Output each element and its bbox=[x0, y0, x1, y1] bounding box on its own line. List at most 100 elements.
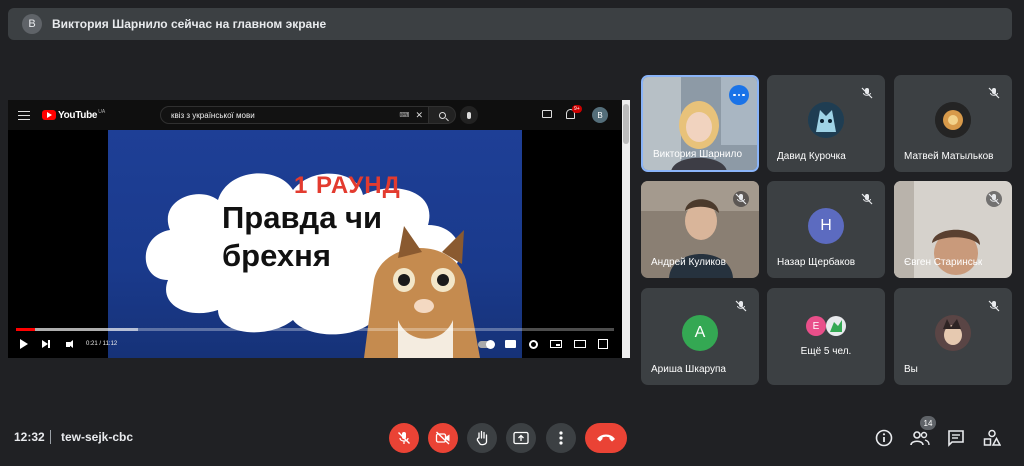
mic-toggle-button[interactable] bbox=[389, 423, 419, 453]
participant-tile-andrey[interactable]: Андрей Куликов bbox=[641, 181, 759, 278]
presenting-banner: В Виктория Шарнило сейчас на главном экр… bbox=[8, 8, 1012, 40]
participant-tile-nazar[interactable]: Н Назар Щербаков bbox=[767, 181, 885, 278]
clear-icon[interactable]: ✕ bbox=[415, 110, 423, 121]
participant-name: Матвей Матыльков bbox=[904, 151, 994, 162]
mic-icon bbox=[467, 111, 471, 119]
participant-tile-arisha[interactable]: A Ариша Шкарупа bbox=[641, 288, 759, 385]
miniplayer-button[interactable] bbox=[550, 336, 562, 352]
autoplay-icon bbox=[478, 339, 495, 349]
shared-screen[interactable]: YouTube UA квіз з української мови ⌨ ✕ 9… bbox=[8, 100, 630, 358]
mic-off-icon bbox=[986, 298, 1002, 314]
chat-button[interactable] bbox=[946, 428, 966, 448]
people-icon bbox=[910, 431, 930, 446]
participants-count-badge: 14 bbox=[920, 416, 936, 430]
mic-off-icon bbox=[986, 85, 1002, 101]
info-icon bbox=[875, 429, 893, 447]
present-icon bbox=[513, 431, 529, 445]
presenting-banner-text: Виктория Шарнило сейчас на главном экран… bbox=[52, 17, 327, 31]
settings-button[interactable] bbox=[529, 336, 538, 352]
fullscreen-button[interactable] bbox=[598, 336, 608, 352]
voice-search-button[interactable] bbox=[460, 106, 478, 124]
video-title-line2: брехня bbox=[222, 238, 331, 273]
participant-name: Ариша Шкарупа bbox=[651, 364, 726, 375]
participant-name: Євген Старинськ bbox=[904, 257, 983, 268]
youtube-user-avatar[interactable]: В bbox=[592, 107, 608, 123]
search-icon bbox=[438, 111, 446, 119]
volume-icon bbox=[66, 339, 73, 348]
participant-name: Давид Курочка bbox=[777, 151, 846, 162]
video-player[interactable]: 1 РАУНД Правда чи брехня 0:21 / 11:12 bbox=[8, 130, 622, 358]
participant-name: Вы bbox=[904, 364, 918, 375]
fullscreen-icon bbox=[598, 339, 608, 349]
meeting-code: tew-sejk-cbc bbox=[61, 430, 134, 444]
video-title-line1: Правда чи bbox=[222, 200, 383, 235]
participant-name: Андрей Куликов bbox=[651, 257, 726, 268]
youtube-search-input[interactable]: квіз з української мови ⌨ ✕ bbox=[160, 106, 430, 124]
meeting-clock: 12:32 bbox=[14, 430, 45, 444]
youtube-search-button[interactable] bbox=[428, 106, 456, 124]
video-frame: 1 РАУНД Правда чи брехня bbox=[108, 130, 522, 358]
participant-tile-self[interactable]: Вы bbox=[894, 288, 1012, 385]
play-icon bbox=[20, 339, 28, 349]
hang-up-icon bbox=[597, 434, 615, 442]
create-video-icon[interactable] bbox=[542, 110, 552, 118]
mic-off-icon bbox=[398, 432, 410, 444]
more-options-icon[interactable] bbox=[729, 85, 749, 105]
scrollbar-thumb[interactable] bbox=[623, 104, 629, 144]
keyboard-icon[interactable]: ⌨ bbox=[399, 111, 409, 119]
avatar bbox=[808, 101, 844, 138]
gear-icon bbox=[529, 339, 538, 349]
chat-icon bbox=[948, 430, 964, 447]
youtube-search-value: квіз з української мови bbox=[171, 110, 255, 120]
camera-toggle-button[interactable] bbox=[428, 423, 458, 453]
mic-off-icon bbox=[986, 191, 1002, 207]
theater-button[interactable] bbox=[574, 336, 586, 352]
autoplay-toggle[interactable] bbox=[478, 336, 495, 352]
subtitles-button[interactable] bbox=[505, 336, 516, 352]
avatar bbox=[935, 314, 971, 351]
mic-off-icon bbox=[733, 298, 749, 314]
raise-hand-button[interactable] bbox=[467, 423, 497, 453]
subtitles-icon bbox=[505, 340, 516, 348]
meeting-details-button[interactable] bbox=[874, 428, 894, 448]
more-options-button[interactable] bbox=[546, 423, 576, 453]
leave-call-button[interactable] bbox=[585, 423, 627, 453]
volume-button[interactable] bbox=[66, 336, 73, 352]
participant-tile-david[interactable]: Давид Курочка bbox=[767, 75, 885, 172]
mic-off-icon bbox=[733, 191, 749, 207]
participant-tile-matvey[interactable]: Матвей Матыльков bbox=[894, 75, 1012, 172]
avatar: Н bbox=[808, 207, 844, 244]
video-time: 0:21 / 11:12 bbox=[86, 341, 118, 347]
divider bbox=[50, 430, 51, 444]
participant-name: Назар Щербаков bbox=[777, 257, 856, 268]
participant-tile-viktoria[interactable]: Виктория Шарнило bbox=[641, 75, 759, 172]
youtube-logo[interactable]: YouTube UA bbox=[42, 109, 106, 121]
avatar bbox=[935, 101, 971, 138]
scrollbar[interactable] bbox=[622, 100, 630, 358]
participants-button[interactable] bbox=[910, 428, 930, 448]
activities-icon bbox=[983, 429, 1001, 446]
present-screen-button[interactable] bbox=[506, 423, 536, 453]
participant-tile-evgen[interactable]: Євген Старинськ bbox=[894, 181, 1012, 278]
notification-badge: 9+ bbox=[572, 105, 582, 113]
mic-off-icon bbox=[859, 85, 875, 101]
avatar: E bbox=[806, 316, 826, 336]
menu-icon[interactable] bbox=[18, 110, 30, 120]
presenter-avatar: В bbox=[22, 14, 42, 34]
avatar bbox=[826, 316, 846, 336]
play-button[interactable] bbox=[20, 336, 28, 352]
activities-button[interactable] bbox=[982, 428, 1002, 448]
mic-off-icon bbox=[859, 191, 875, 207]
youtube-logo-icon bbox=[42, 110, 56, 120]
round-label: 1 РАУНД bbox=[294, 172, 401, 199]
more-vert-icon bbox=[559, 431, 563, 445]
camera-off-icon bbox=[435, 431, 450, 445]
youtube-logo-text: YouTube bbox=[58, 109, 98, 121]
time-display: 0:21 / 11:12 bbox=[86, 336, 117, 352]
more-participants-tile[interactable]: E Ещё 5 чел. bbox=[767, 288, 885, 385]
next-button[interactable] bbox=[42, 336, 50, 352]
participant-name: Виктория Шарнило bbox=[653, 149, 743, 160]
youtube-region: UA bbox=[98, 109, 106, 115]
avatar: A bbox=[682, 314, 718, 351]
hand-icon bbox=[476, 430, 488, 446]
